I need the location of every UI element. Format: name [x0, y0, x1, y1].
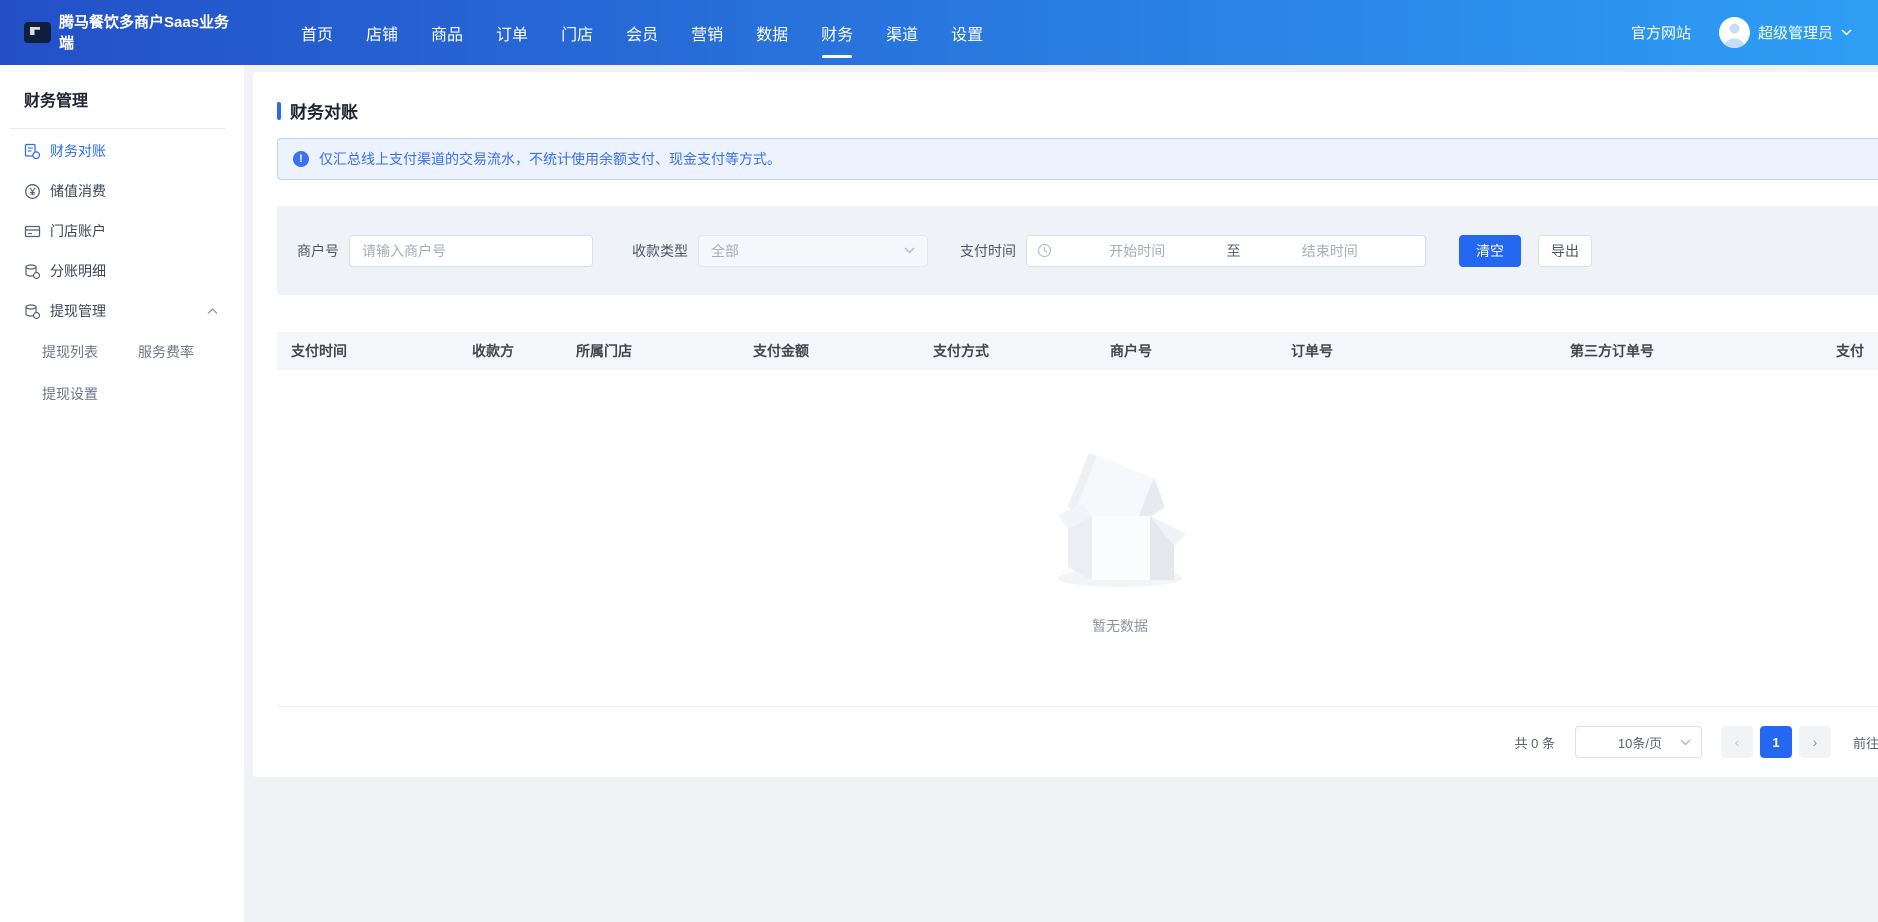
- person-icon: [1719, 17, 1750, 48]
- type-select-value: 全部: [711, 241, 904, 261]
- user-menu[interactable]: 超级管理员: [1719, 17, 1852, 48]
- col-third-party-order-no: 第三方订单号: [1556, 341, 1822, 361]
- navbar-right: 官方网站 超级管理员: [1631, 0, 1852, 65]
- sidebar-title: 财务管理: [0, 87, 244, 111]
- chevron-down-icon: [1841, 29, 1852, 36]
- nav-item-member[interactable]: 会员: [626, 0, 658, 65]
- nav-item-finance[interactable]: 财务: [821, 0, 853, 65]
- submenu-row: 提现列表 服务费率: [0, 331, 244, 373]
- top-navbar: 腾马餐饮多商户Saas业务端 首页 店铺 商品 订单 门店 会员 营销 数据 财…: [0, 0, 1878, 65]
- page-number-1[interactable]: 1: [1760, 726, 1792, 758]
- nav-item-data[interactable]: 数据: [756, 0, 788, 65]
- table: 支付时间 收款方 所属门店 支付金额 支付方式 商户号 订单号 第三方订单号 支…: [277, 295, 1878, 370]
- nav-item-settings[interactable]: 设置: [951, 0, 983, 65]
- time-label: 支付时间: [960, 241, 1016, 261]
- next-page-button[interactable]: ›: [1799, 726, 1831, 758]
- pagination-total: 共 0 条: [1515, 733, 1555, 752]
- submenu-row: 提现设置: [0, 373, 244, 415]
- app-logo: 腾马餐饮多商户Saas业务端: [24, 0, 262, 65]
- col-pay-time: 支付时间: [277, 341, 458, 361]
- content-card: 财务对账 ! 仅汇总线上支付渠道的交易流水，不统计使用余额支付、现金支付等方式。…: [253, 72, 1878, 777]
- user-name: 超级管理员: [1758, 22, 1833, 43]
- nav-item-store[interactable]: 门店: [561, 0, 593, 65]
- col-store: 所属门店: [562, 341, 739, 361]
- end-time-placeholder[interactable]: 结束时间: [1245, 241, 1416, 261]
- col-merchant-no: 商户号: [1096, 341, 1277, 361]
- goto-label: 前往: [1853, 733, 1878, 752]
- prev-page-button[interactable]: ‹: [1721, 726, 1753, 758]
- merchant-label: 商户号: [297, 241, 339, 261]
- range-separator: 至: [1223, 241, 1245, 261]
- info-alert: ! 仅汇总线上支付渠道的交易流水，不统计使用余额支付、现金支付等方式。: [277, 138, 1878, 180]
- filter-panel: 商户号 收款类型 全部 支付时间 开始时间 至: [277, 206, 1878, 295]
- nav-item-order[interactable]: 订单: [496, 0, 528, 65]
- start-time-placeholder[interactable]: 开始时间: [1052, 241, 1223, 261]
- merchant-input[interactable]: [349, 235, 593, 267]
- page-title: 财务对账: [290, 98, 358, 123]
- avatar: [1719, 17, 1750, 48]
- info-icon: !: [293, 151, 309, 167]
- sidebar-item-stored-value[interactable]: 储值消费: [0, 171, 244, 211]
- sidebar-subitem-service-rate[interactable]: 服务费率: [138, 342, 234, 362]
- alert-text: 仅汇总线上支付渠道的交易流水，不统计使用余额支付、现金支付等方式。: [319, 149, 781, 169]
- divider: [9, 128, 225, 129]
- main-nav: 首页 店铺 商品 订单 门店 会员 营销 数据 财务 渠道 设置: [301, 0, 983, 65]
- sidebar-item-label: 分账明细: [50, 261, 106, 281]
- nav-item-marketing[interactable]: 营销: [691, 0, 723, 65]
- sidebar-item-label: 提现管理: [50, 301, 106, 321]
- sidebar-item-label: 门店账户: [50, 221, 106, 241]
- bank-card-icon: [24, 223, 41, 240]
- table-header-row: 支付时间 收款方 所属门店 支付金额 支付方式 商户号 订单号 第三方订单号 支…: [277, 332, 1878, 370]
- pagination: 共 0 条 10条/页 ‹ 1 › 前往 页: [277, 707, 1878, 777]
- type-select[interactable]: 全部: [698, 235, 928, 267]
- sidebar-subitem-withdraw-settings[interactable]: 提现设置: [42, 384, 138, 404]
- nav-item-channel[interactable]: 渠道: [886, 0, 918, 65]
- sidebar-item-withdraw[interactable]: 提现管理: [0, 291, 244, 331]
- coins-icon: [24, 303, 41, 320]
- col-order-no: 订单号: [1277, 341, 1556, 361]
- col-pay-status-truncated: 支付: [1822, 341, 1878, 361]
- col-amount: 支付金额: [739, 341, 919, 361]
- export-button[interactable]: 导出: [1538, 235, 1592, 267]
- page-size-select[interactable]: 10条/页: [1575, 726, 1702, 758]
- yen-circle-icon: [24, 183, 41, 200]
- page-size-value: 10条/页: [1600, 733, 1680, 752]
- app-title: 腾马餐饮多商户Saas业务端: [59, 12, 244, 54]
- clock-icon: [1037, 243, 1052, 258]
- coins-icon: [24, 263, 41, 280]
- ledger-coins-icon: [24, 143, 41, 160]
- sidebar: 财务管理 财务对账 储值消费 门店账户: [0, 65, 244, 922]
- sidebar-item-label: 财务对账: [50, 141, 106, 161]
- table-empty-state: 暂无数据: [277, 370, 1878, 707]
- nav-item-shop[interactable]: 店铺: [366, 0, 398, 65]
- col-payee: 收款方: [458, 341, 562, 361]
- main-content: 财务对账 ! 仅汇总线上支付渠道的交易流水，不统计使用余额支付、现金支付等方式。…: [244, 65, 1878, 922]
- pay-time-range-picker[interactable]: 开始时间 至 结束时间: [1026, 235, 1426, 267]
- title-accent-bar: [277, 102, 281, 120]
- sidebar-item-split-detail[interactable]: 分账明细: [0, 251, 244, 291]
- logo-icon: [24, 22, 51, 43]
- sidebar-item-label: 储值消费: [50, 181, 106, 201]
- clear-button[interactable]: 清空: [1459, 235, 1521, 267]
- sidebar-item-reconciliation[interactable]: 财务对账: [0, 131, 244, 171]
- type-label: 收款类型: [632, 241, 688, 261]
- official-site-link[interactable]: 官方网站: [1631, 22, 1691, 43]
- sidebar-subitem-withdraw-list[interactable]: 提现列表: [42, 342, 138, 362]
- col-pay-method: 支付方式: [919, 341, 1096, 361]
- sidebar-item-store-account[interactable]: 门店账户: [0, 211, 244, 251]
- page-title-row: 财务对账: [277, 98, 1878, 123]
- nav-item-home[interactable]: 首页: [301, 0, 333, 65]
- nav-item-product[interactable]: 商品: [431, 0, 463, 65]
- empty-box-illustration: [1040, 440, 1200, 590]
- empty-text: 暂无数据: [1092, 616, 1148, 636]
- chevron-up-icon: [207, 308, 218, 315]
- chevron-down-icon: [904, 247, 915, 254]
- chevron-down-icon: [1680, 739, 1691, 746]
